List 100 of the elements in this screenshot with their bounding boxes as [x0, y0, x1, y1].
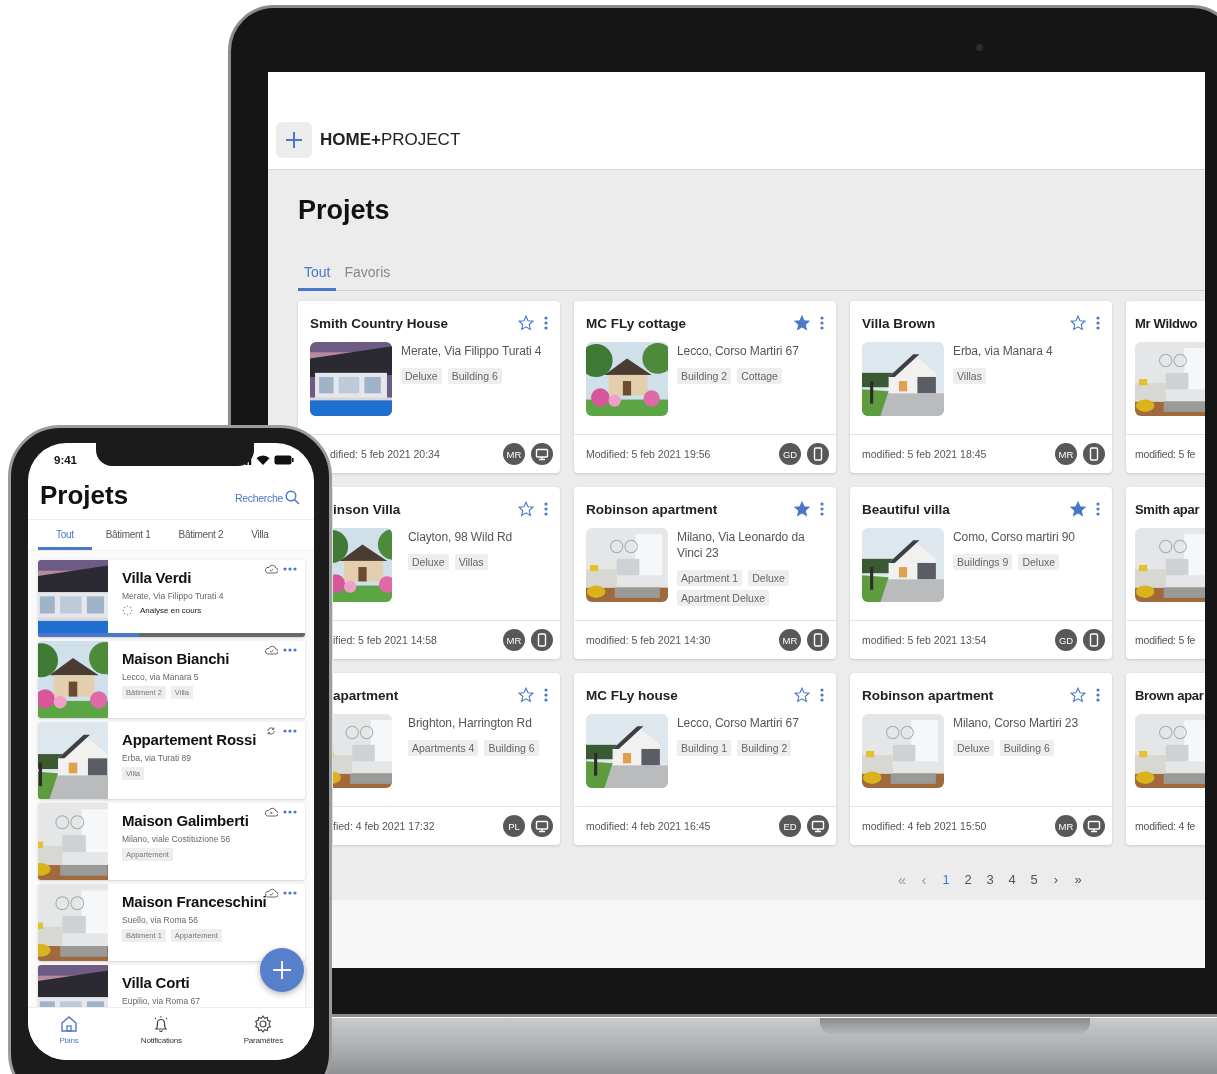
tag: Building 1: [677, 740, 732, 756]
more-icon[interactable]: [283, 891, 297, 895]
settings-icon: [253, 1014, 274, 1034]
card-title: MC FLy cottage: [586, 315, 687, 331]
project-card[interactable]: Robinson apartment Milano, Via Leonardo da Vinci 23 Apartment 1 Deluxe Apartment Deluxe modified: 5 feb 2021 14:30 MR: [574, 487, 836, 659]
tag: Building 6: [999, 740, 1054, 756]
star-icon[interactable]: [794, 687, 810, 703]
tag: Apartments 4: [408, 740, 479, 756]
user-avatar: ED: [779, 815, 801, 837]
phone-icon: [807, 629, 829, 651]
project-card[interactable]: MC FLy house Lecco, Corso Martiri 67 Building 1 Building 2 modified: 4 feb 2021 16:45 ED: [574, 673, 836, 845]
project-title: Appartement Rossi: [122, 731, 257, 749]
project-card[interactable]: Brown apar modified: 4 fe: [1126, 673, 1205, 845]
tab[interactable]: Bâtiment 1: [91, 529, 165, 550]
more-icon[interactable]: [820, 316, 824, 330]
page-nav-button[interactable]: ›: [1047, 867, 1065, 891]
more-icon[interactable]: [283, 567, 297, 571]
project-address: Suello, via Roma 56: [122, 915, 200, 925]
user-avatar: MR: [1055, 815, 1077, 837]
tag: Buildings 9: [953, 554, 1013, 570]
more-icon[interactable]: [820, 502, 824, 516]
more-icon[interactable]: [544, 688, 548, 702]
star-icon[interactable]: [518, 315, 534, 331]
star-icon[interactable]: [518, 687, 534, 703]
tag: Building 6: [447, 368, 502, 384]
page-button[interactable]: 4: [1003, 867, 1021, 891]
star-icon[interactable]: [1070, 501, 1086, 517]
nav-item[interactable]: Paramètres: [243, 1008, 284, 1052]
page-nav-button[interactable]: »: [1069, 867, 1087, 891]
card-address: Lecco, Corso Martiri 67: [677, 343, 800, 359]
status-text: Analyse en cours: [140, 606, 202, 615]
project-card[interactable]: Villa Verdi Merate, Via Filippo Turati 4 Analyse en cours: [38, 560, 305, 637]
card-title: inson Villa: [333, 501, 402, 517]
user-avatar: MR: [1055, 443, 1077, 465]
home-icon: [58, 1014, 79, 1034]
modified-date: dified: 5 feb 2021 20:34: [330, 448, 441, 460]
card-title: Smith apar: [1135, 501, 1201, 517]
tab[interactable]: Bâtiment 2: [164, 529, 238, 550]
star-icon[interactable]: [518, 501, 534, 517]
project-card[interactable]: Villa Brown Erba, via Manara 4 Villas modified: 5 feb 2021 18:45 MR: [850, 301, 1112, 473]
card-title: Robinson apartment: [586, 501, 719, 517]
project-title: Maison Galimberti: [122, 812, 249, 830]
search-button[interactable]: Recherche: [234, 490, 300, 511]
more-icon[interactable]: [283, 648, 297, 652]
tag: Building 2: [677, 368, 732, 384]
project-card[interactable]: Robinson apartment Milano, Corso Martiri 23 Deluxe Building 6 modified: 4 feb 2021 15:50 MR: [850, 673, 1112, 845]
project-card[interactable]: MC FLy cottage Lecco, Corso Martiri 67 Building 2 Cottage Modified: 5 feb 2021 19:56 GD: [574, 301, 836, 473]
search-icon: [285, 490, 300, 505]
user-avatar: MR: [503, 629, 525, 651]
app-logo-text: HOME+PROJECT: [320, 129, 461, 151]
tab[interactable]: Villa: [237, 529, 283, 550]
more-icon[interactable]: [1096, 502, 1100, 516]
user-avatar: GD: [779, 443, 801, 465]
tag: Apartment Deluxe: [677, 590, 770, 606]
more-icon[interactable]: [283, 729, 297, 733]
star-icon[interactable]: [794, 501, 810, 517]
modified-date: modified: 5 fe: [1135, 448, 1197, 460]
camera-lens: [976, 44, 983, 51]
project-card[interactable]: Villa Corti Eupilio, via Roma 67: [38, 965, 305, 1007]
project-card[interactable]: Smith apar modified: 5 fe: [1126, 487, 1205, 659]
star-icon[interactable]: [1070, 687, 1086, 703]
project-address: Lecco, via Manara 5: [122, 672, 200, 682]
card-address: Milano, Via Leonardo da Vinci 23: [677, 529, 806, 561]
project-address: Eupilio, via Roma 67: [122, 996, 200, 1006]
add-button[interactable]: [276, 122, 312, 158]
spinner-icon: [122, 605, 133, 616]
more-icon[interactable]: [1096, 316, 1100, 330]
phone-icon: [531, 629, 553, 651]
project-card[interactable]: inson Villa Clayton, 98 Wild Rd Deluxe Villas ified: 5 feb 2021 14:58 MR: [333, 487, 560, 659]
project-address: Merate, Via Filippo Turati 4: [122, 591, 224, 601]
tag: Villas: [454, 554, 488, 570]
more-icon[interactable]: [1096, 688, 1100, 702]
page-button[interactable]: 1: [937, 867, 955, 891]
nav-item[interactable]: Notifications: [140, 1008, 182, 1052]
project-card[interactable]: Mr Wildwo modified: 5 fe: [1126, 301, 1205, 473]
tag: Deluxe: [1018, 554, 1060, 570]
project-card[interactable]: apartment Brighton, Harrington Rd Apartments 4 Building 6 fied: 4 feb 2021 17:32 PL: [333, 673, 560, 845]
page-button[interactable]: 2: [959, 867, 977, 891]
cloud-icon: [264, 564, 278, 574]
more-icon[interactable]: [544, 502, 548, 516]
project-title: Maison Bianchi: [122, 650, 230, 668]
more-icon[interactable]: [820, 688, 824, 702]
star-icon[interactable]: [794, 315, 810, 331]
star-icon[interactable]: [1070, 315, 1086, 331]
more-icon[interactable]: [283, 810, 297, 814]
project-title: Villa Corti: [122, 974, 191, 992]
card-title: Brown apar: [1135, 687, 1205, 703]
more-icon[interactable]: [544, 316, 548, 330]
project-card[interactable]: Beautiful villa Como, Corso martiri 90 Buildings 9 Deluxe modified: 5 feb 2021 13:54 GD: [850, 487, 1112, 659]
status-time: 9:41: [54, 454, 79, 466]
monitor-icon: [1083, 815, 1105, 837]
page-button[interactable]: 3: [981, 867, 999, 891]
modified-date: modified: 4 fe: [1135, 820, 1197, 832]
nav-item[interactable]: Plans: [58, 1008, 79, 1052]
page-button[interactable]: 5: [1025, 867, 1043, 891]
tab[interactable]: Tout: [298, 262, 337, 291]
card-title: Mr Wildwo: [1135, 315, 1199, 331]
project-title: Maison Franceschini: [122, 893, 267, 911]
project-title: Villa Verdi: [122, 569, 193, 587]
project-card[interactable]: Smith Country House Merate, Via Filippo Turati 4 Deluxe Building 6 dified: 5 feb 2021 20:34 MR: [298, 301, 560, 473]
